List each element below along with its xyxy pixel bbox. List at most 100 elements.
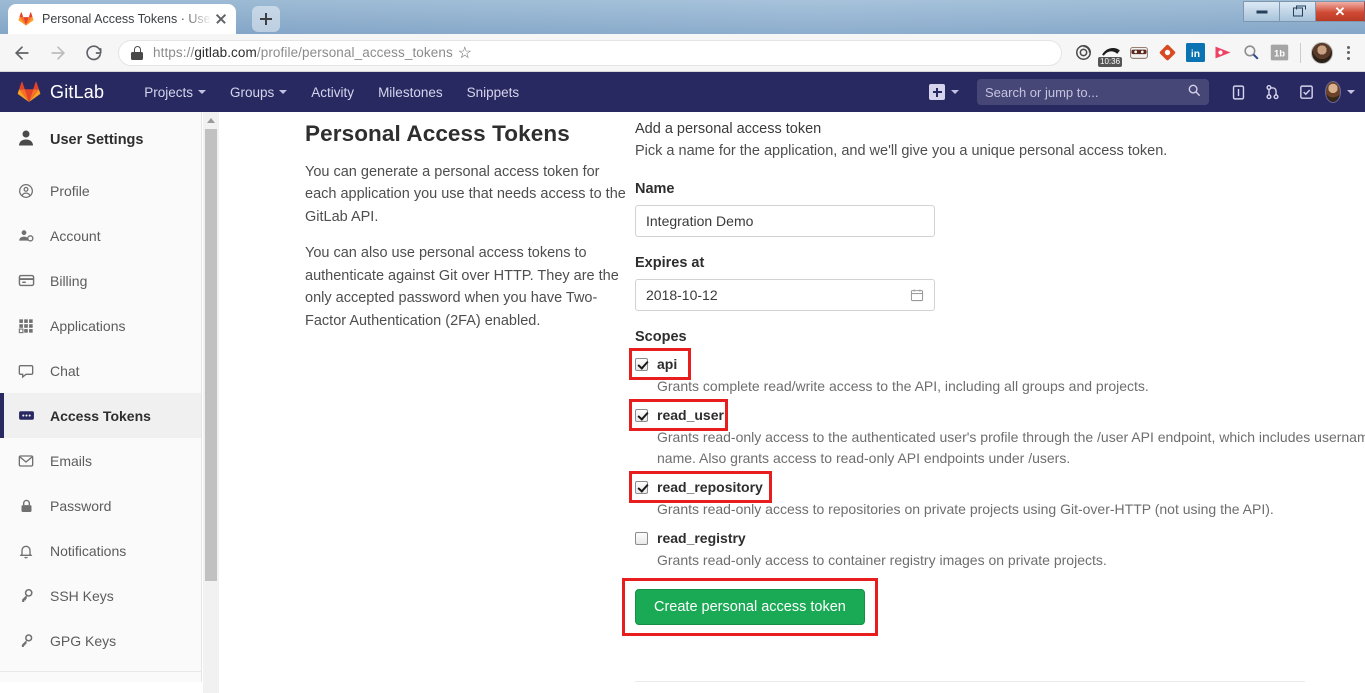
page-title: Personal Access Tokens — [305, 121, 633, 147]
expires-field-group: Expires at 2018-10-12 — [635, 255, 1365, 311]
scope-read-registry: read_registry Grants read-only access to… — [635, 528, 1365, 571]
issues-icon[interactable] — [1223, 77, 1253, 107]
time-badge: 10:36 — [1098, 57, 1122, 67]
ssh-keys-icon — [16, 588, 36, 604]
nav-item-milestones[interactable]: Milestones — [366, 72, 455, 112]
expires-at-input[interactable]: 2018-10-12 — [635, 279, 935, 311]
calendar-icon[interactable] — [910, 288, 924, 302]
new-dropdown-button[interactable] — [929, 77, 959, 107]
nav-item-label: Milestones — [378, 85, 443, 100]
nav-item-projects[interactable]: Projects — [132, 72, 218, 112]
scope-read-user-checkbox[interactable] — [635, 409, 648, 422]
onebox-extension-icon[interactable]: 1b — [1266, 40, 1292, 66]
sidebar-scrollbar[interactable] — [203, 112, 219, 693]
sidebar-item-chat[interactable]: Chat — [0, 348, 201, 393]
sidebar-item-applications[interactable]: Applications — [0, 303, 201, 348]
url-host: gitlab.com — [194, 45, 257, 60]
sidebar-header: User Settings — [0, 112, 201, 168]
nav-item-label: Groups — [230, 85, 274, 100]
window-maximize-button[interactable] — [1279, 1, 1315, 22]
gitlab-nav-items: Projects Groups Activity Milestones Snip… — [132, 72, 531, 112]
token-name-input[interactable]: Integration Demo — [635, 205, 935, 237]
scope-read-registry-label: read_registry — [657, 530, 746, 546]
nav-item-groups[interactable]: Groups — [218, 72, 299, 112]
submit-area: Create personal access token — [635, 589, 865, 625]
sidebar-item-password[interactable]: Password — [0, 483, 201, 528]
window-close-button[interactable]: ✕ — [1315, 1, 1365, 22]
chat-icon — [16, 363, 36, 379]
page-body: User Settings Profile Account Billing — [0, 112, 1365, 693]
address-bar[interactable]: https://gitlab.com/profile/personal_acce… — [118, 40, 1062, 66]
browser-tab[interactable]: Personal Access Tokens · User Se — [8, 4, 236, 34]
scope-read-user-description: Grants read-only access to the authentic… — [657, 427, 1365, 469]
gitlab-brand-text: GitLab — [50, 82, 104, 103]
linkedin-extension-icon[interactable]: in — [1182, 40, 1208, 66]
time-tracker-extension-icon[interactable]: 10:36 — [1098, 40, 1124, 66]
tab-close-icon[interactable] — [212, 10, 230, 28]
play-extension-icon[interactable] — [1210, 40, 1236, 66]
spiral-extension-icon[interactable] — [1070, 40, 1096, 66]
scope-read-repository-description: Grants read-only access to repositories … — [657, 499, 1365, 520]
svg-text:in: in — [1190, 49, 1199, 60]
sidebar-item-emails[interactable]: Emails — [0, 438, 201, 483]
back-button[interactable] — [8, 39, 36, 67]
sidebar-item-gpg-keys[interactable]: GPG Keys — [0, 618, 201, 663]
scopes-label: Scopes — [635, 329, 1365, 345]
scroll-up-button[interactable] — [203, 112, 219, 128]
search-icon — [1187, 83, 1201, 102]
sidebar-item-label: GPG Keys — [50, 633, 116, 649]
masked-bandit-extension-icon[interactable] — [1126, 40, 1152, 66]
intro-column: Personal Access Tokens You can generate … — [305, 121, 633, 332]
sidebar-item-access-tokens[interactable]: Access Tokens — [0, 393, 201, 438]
sidebar-item-ssh-keys[interactable]: SSH Keys — [0, 573, 201, 618]
gitlab-home-link[interactable]: GitLab — [16, 80, 104, 104]
window-minimize-button[interactable] — [1243, 1, 1279, 22]
notifications-icon — [16, 543, 36, 559]
sidebar-item-label: Access Tokens — [50, 408, 151, 424]
gitlab-logo-icon — [16, 80, 42, 104]
tab-title: Personal Access Tokens · User Se — [42, 12, 212, 26]
diamond-extension-icon[interactable] — [1154, 40, 1180, 66]
merge-requests-icon[interactable] — [1257, 77, 1287, 107]
name-label: Name — [635, 181, 1365, 197]
magnifier-extension-icon[interactable] — [1238, 40, 1264, 66]
bookmark-star-icon[interactable]: ☆ — [453, 43, 477, 63]
browser-toolbar: https://gitlab.com/profile/personal_acce… — [0, 34, 1365, 72]
chrome-profile-avatar[interactable] — [1309, 40, 1335, 66]
sidebar-item-label: Chat — [50, 363, 80, 379]
applications-icon — [16, 318, 36, 334]
forward-button[interactable] — [44, 39, 72, 67]
gitlab-favicon-icon — [18, 11, 34, 27]
chrome-menu-button[interactable] — [1337, 40, 1359, 66]
scope-api-checkbox[interactable] — [635, 358, 648, 371]
scope-read-registry-checkbox[interactable] — [635, 532, 648, 545]
browser-titlebar: Personal Access Tokens · User Se ✕ — [0, 0, 1365, 34]
search-input[interactable]: Search or jump to... — [977, 79, 1209, 105]
reload-button[interactable] — [80, 39, 108, 67]
avatar — [1325, 81, 1341, 103]
nav-item-activity[interactable]: Activity — [299, 72, 366, 112]
scope-read-repository-checkbox[interactable] — [635, 481, 648, 494]
scope-read-user-label: read_user — [657, 407, 724, 423]
chevron-down-icon — [951, 90, 959, 94]
sidebar-item-notifications[interactable]: Notifications — [0, 528, 201, 573]
user-settings-sidebar: User Settings Profile Account Billing — [0, 112, 202, 682]
sidebar-item-billing[interactable]: Billing — [0, 258, 201, 303]
sidebar-item-label: SSH Keys — [50, 588, 114, 604]
main-content: Personal Access Tokens You can generate … — [220, 112, 1365, 693]
sidebar-item-label: Profile — [50, 183, 90, 199]
scrollbar-thumb[interactable] — [205, 129, 217, 581]
window-controls: ✕ — [1243, 0, 1365, 22]
svg-text:1b: 1b — [1273, 48, 1284, 59]
access-tokens-icon — [16, 407, 36, 424]
new-tab-button[interactable] — [252, 6, 280, 32]
scope-api: api Grants complete read/write access to… — [635, 354, 1365, 397]
nav-item-snippets[interactable]: Snippets — [455, 72, 532, 112]
url-scheme: https:// — [153, 45, 194, 60]
scope-read-repository-label: read_repository — [657, 479, 763, 495]
sidebar-item-account[interactable]: Account — [0, 213, 201, 258]
todos-icon[interactable] — [1291, 77, 1321, 107]
user-menu-button[interactable] — [1325, 77, 1355, 107]
gitlab-navbar: GitLab Projects Groups Activity Mileston… — [0, 72, 1365, 112]
sidebar-item-profile[interactable]: Profile — [0, 168, 201, 213]
